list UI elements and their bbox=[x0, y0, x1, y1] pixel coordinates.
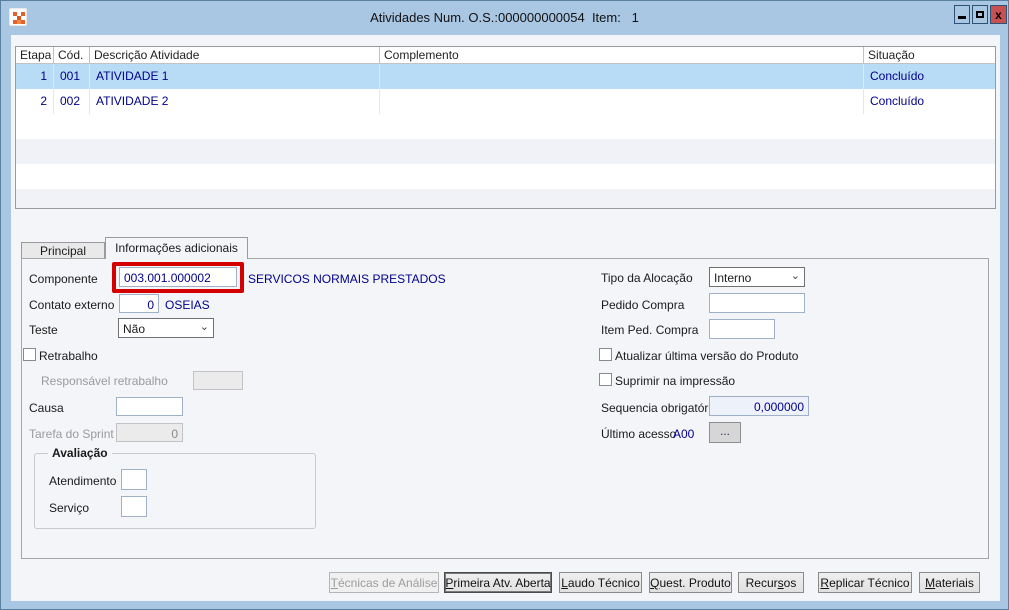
servico-label: Serviço bbox=[49, 501, 90, 515]
tarefa-sprint-label: Tarefa do Sprint bbox=[29, 427, 114, 441]
window: Atividades Num. O.S.:000000000054 Item: … bbox=[0, 0, 1009, 610]
replicar-tecnico-button[interactable]: Replicar Técnico bbox=[818, 572, 912, 593]
tecnicas-de-analise-button: Técnicas de Análise bbox=[329, 572, 439, 593]
button-mnemonic: M bbox=[925, 576, 936, 590]
ultimo-acesso-value: A00 bbox=[673, 427, 695, 441]
button-label: uest. Produto bbox=[659, 576, 731, 590]
cell-situacao: Concluído bbox=[870, 69, 925, 83]
button-label: écnicas de Análise bbox=[337, 576, 438, 590]
minimize-button[interactable] bbox=[954, 5, 970, 24]
button-mnemonic: T bbox=[330, 576, 338, 590]
button-label: ateriais bbox=[935, 576, 974, 590]
cell-cod: 001 bbox=[54, 64, 90, 89]
ultimo-acesso-label: Último acesso bbox=[601, 427, 677, 441]
title-bar[interactable]: Atividades Num. O.S.:000000000054 Item: … bbox=[1, 1, 1008, 35]
cell-etapa: 2 bbox=[16, 89, 54, 114]
responsavel-retrabalho-label: Responsável retrabalho bbox=[41, 374, 168, 388]
table-empty-row bbox=[16, 164, 995, 189]
tipo-alocacao-label: Tipo da Alocação bbox=[601, 271, 693, 285]
pedido-compra-field[interactable] bbox=[709, 293, 805, 313]
sequencia-obrigatoria-field[interactable]: 0,000000 bbox=[709, 396, 809, 416]
responsavel-retrabalho-field bbox=[193, 371, 243, 390]
suprimir-impressao-label: Suprimir na impressão bbox=[615, 374, 736, 388]
avaliacao-label: Avaliação bbox=[48, 446, 112, 460]
contato-externo-field[interactable]: 0 bbox=[119, 294, 159, 313]
close-icon: x bbox=[995, 7, 1002, 22]
primeira-atv-aberta-button[interactable]: Primeira Atv. Aberta bbox=[444, 572, 552, 593]
item-ped-compra-label: Item Ped. Compra bbox=[601, 323, 699, 337]
laudo-tecnico-button[interactable]: Laudo Técnico bbox=[559, 572, 642, 593]
atualizar-ultima-versao-label: Atualizar última versão do Produto bbox=[615, 349, 799, 363]
causa-field[interactable] bbox=[116, 397, 183, 416]
button-label: rimeira Atv. Aberta bbox=[453, 576, 551, 590]
table-empty-row bbox=[16, 139, 995, 164]
materiais-button[interactable]: Materiais bbox=[919, 572, 980, 593]
cell-etapa: 1 bbox=[16, 64, 54, 89]
tab-informacoes-adicionais[interactable]: Informações adicionais bbox=[105, 237, 248, 259]
table-row[interactable]: 1 001 ATIVIDADE 1 Concluído bbox=[16, 64, 995, 89]
table-row[interactable]: 2 002 ATIVIDADE 2 Concluído bbox=[16, 89, 995, 114]
item-ped-compra-field[interactable] bbox=[709, 319, 775, 339]
tab-principal[interactable]: Principal bbox=[21, 242, 105, 259]
button-mnemonic: R bbox=[820, 576, 830, 590]
cell-descricao: ATIVIDADE 2 bbox=[90, 89, 380, 114]
recursos-button[interactable]: Recursos bbox=[738, 572, 804, 593]
column-header-cod[interactable]: Cód. bbox=[54, 47, 90, 63]
quest-produto-button[interactable]: Quest. Produto bbox=[649, 572, 732, 593]
column-header-descricao[interactable]: Descrição Atividade bbox=[90, 47, 380, 63]
table-header: Etapa Cód. Descrição Atividade Complemen… bbox=[16, 47, 995, 64]
teste-label: Teste bbox=[29, 323, 58, 337]
window-title: Atividades Num. O.S.:000000000054 Item: … bbox=[370, 10, 639, 25]
tipo-alocacao-selected-value: Interno bbox=[714, 271, 752, 285]
contato-externo-label: Contato externo bbox=[29, 298, 115, 312]
componente-field[interactable]: 003.001.000002 bbox=[119, 267, 237, 287]
retrabalho-label: Retrabalho bbox=[39, 349, 98, 363]
cell-complemento bbox=[380, 89, 864, 114]
button-label: os bbox=[783, 576, 797, 590]
cell-complemento bbox=[380, 64, 864, 89]
column-header-etapa[interactable]: Etapa bbox=[16, 47, 54, 63]
chevron-down-icon: ⌄ bbox=[199, 321, 209, 333]
atendimento-field[interactable] bbox=[121, 469, 147, 490]
teste-selected-value: Não bbox=[123, 322, 146, 336]
componente-label: Componente bbox=[29, 272, 98, 286]
cell-cod: 002 bbox=[54, 89, 90, 114]
tarefa-sprint-field: 0 bbox=[116, 423, 183, 442]
sequencia-obrigatoria-label: Sequencia obrigatória bbox=[601, 401, 718, 415]
suprimir-impressao-checkbox[interactable] bbox=[599, 373, 612, 386]
maximize-icon bbox=[976, 11, 984, 18]
causa-label: Causa bbox=[29, 401, 64, 415]
servico-field[interactable] bbox=[121, 496, 147, 517]
contato-externo-description: OSEIAS bbox=[165, 298, 210, 312]
minimize-icon bbox=[958, 16, 966, 19]
atendimento-label: Atendimento bbox=[49, 474, 117, 488]
componente-description: SERVICOS NORMAIS PRESTADOS bbox=[248, 272, 446, 286]
button-label: eplicar Técnico bbox=[829, 576, 910, 590]
avaliacao-groupbox bbox=[34, 453, 316, 529]
chevron-down-icon: ⌄ bbox=[790, 270, 800, 282]
column-header-complemento[interactable]: Complemento bbox=[380, 47, 864, 63]
cell-descricao: ATIVIDADE 1 bbox=[90, 64, 380, 89]
maximize-button[interactable] bbox=[972, 5, 988, 24]
teste-select[interactable]: Não ⌄ bbox=[118, 318, 214, 338]
ultimo-acesso-browse-button[interactable]: ... bbox=[709, 422, 741, 443]
button-label: Recur bbox=[745, 576, 778, 590]
close-button[interactable]: x bbox=[990, 5, 1007, 24]
button-label: audo Técnico bbox=[567, 576, 640, 590]
column-header-situacao[interactable]: Situação bbox=[864, 47, 995, 63]
table-empty-row bbox=[16, 114, 995, 139]
button-mnemonic: L bbox=[561, 576, 568, 590]
activities-table: Etapa Cód. Descrição Atividade Complemen… bbox=[15, 46, 996, 209]
tipo-alocacao-select[interactable]: Interno ⌄ bbox=[709, 267, 805, 287]
cell-situacao: Concluído bbox=[870, 94, 925, 108]
table-empty-row bbox=[16, 189, 995, 208]
atualizar-ultima-versao-checkbox[interactable] bbox=[599, 348, 612, 361]
pedido-compra-label: Pedido Compra bbox=[601, 298, 685, 312]
retrabalho-checkbox[interactable] bbox=[23, 348, 36, 361]
